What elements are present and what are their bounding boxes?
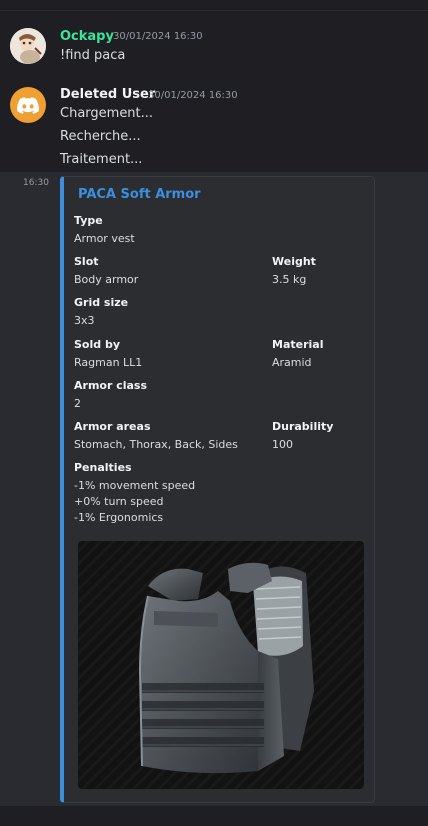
field-penalties-name: Penalties: [74, 461, 132, 474]
field-armor-areas-name: Armor areas: [74, 420, 151, 433]
penalty-ergonomics: -1% Ergonomics: [74, 511, 164, 524]
side-timestamp: 16:30: [23, 178, 49, 188]
field-grid-value: 3x3: [74, 314, 95, 327]
avatar-illustration: [10, 28, 46, 64]
field-slot-name: Slot: [74, 255, 99, 268]
field-weight-value: 3.5 kg: [272, 273, 307, 286]
field-material-name: Material: [272, 338, 324, 351]
field-material-value: Aramid: [272, 356, 312, 369]
field-slot-value: Body armor: [74, 273, 139, 286]
field-armor-areas-value: Stomach, Thorax, Back, Sides: [74, 438, 238, 451]
user-avatar-ockapy[interactable]: [10, 28, 46, 64]
field-weight-name: Weight: [272, 255, 316, 268]
message-content: !find paca: [60, 48, 126, 63]
username-deleted-user[interactable]: Deleted User: [60, 87, 155, 102]
username-ockapy[interactable]: Ockapy: [60, 29, 114, 44]
message-timestamp: 30/01/2024 16:30: [148, 90, 238, 101]
bottom-spacer: [0, 806, 428, 826]
item-embed: PACA Soft Armor Type Armor vest Slot Bod…: [60, 176, 375, 803]
embed-item-image[interactable]: [78, 541, 364, 789]
field-armor-class-name: Armor class: [74, 379, 148, 392]
message-timestamp: 30/01/2024 16:30: [113, 31, 203, 42]
field-sold-by-name: Sold by: [74, 338, 120, 351]
message-line-processing: Traitement...: [60, 152, 143, 167]
armor-vest-illustration: [138, 562, 314, 774]
message-line-loading: Chargement...: [60, 106, 154, 121]
field-sold-by-value: Ragman LL1: [74, 356, 143, 369]
embed-title[interactable]: PACA Soft Armor: [78, 187, 201, 202]
discord-logo-icon: [17, 96, 39, 114]
field-type-name: Type: [74, 214, 103, 227]
field-grid-name: Grid size: [74, 296, 129, 309]
field-armor-class-value: 2: [74, 397, 81, 410]
field-durability-name: Durability: [272, 420, 334, 433]
field-durability-value: 100: [272, 438, 293, 451]
penalty-turn-speed: +0% turn speed: [74, 495, 164, 508]
user-avatar-deleted-user[interactable]: [10, 87, 46, 123]
message-line-searching: Recherche...: [60, 129, 141, 144]
penalty-movement-speed: -1% movement speed: [74, 479, 196, 492]
top-divider: [0, 10, 428, 11]
field-type-value: Armor vest: [74, 232, 135, 245]
